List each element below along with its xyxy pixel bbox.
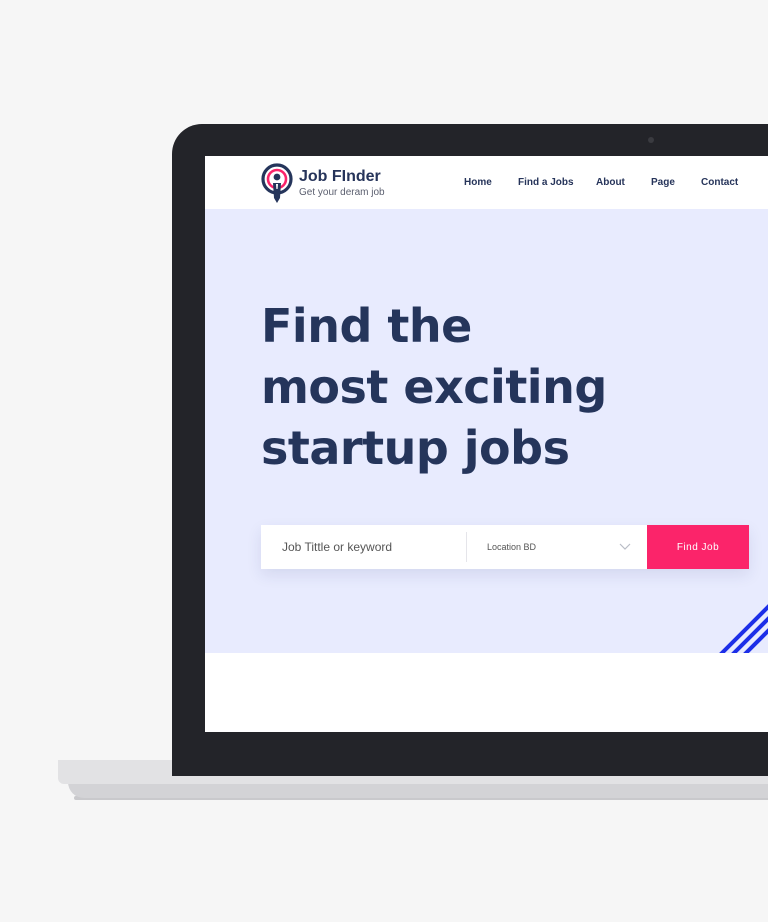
nav-item-contact[interactable]: Contact <box>701 177 738 188</box>
hero-title-line: startup jobs <box>261 421 570 475</box>
location-selected-value: Location BD <box>487 542 537 552</box>
hero-title-line: most exciting <box>261 360 607 414</box>
nav-item-about[interactable]: About <box>596 177 625 188</box>
mockup-stage: Job FInder Get your deram job Home Find … <box>0 0 768 922</box>
hero-section: Find the most exciting startup jobs Loca… <box>205 209 768 653</box>
hero-title-line: Find the <box>261 299 472 353</box>
diagonal-stripes-icon <box>719 604 768 653</box>
find-job-button[interactable]: Find Job <box>647 525 749 569</box>
site-header: Job FInder Get your deram job Home Find … <box>205 156 768 209</box>
keyword-input[interactable] <box>261 525 466 569</box>
laptop-base-lower <box>68 782 768 798</box>
camera-icon <box>648 137 654 143</box>
chevron-down-icon <box>619 543 631 550</box>
main-nav: Home Find a Jobs About Page Contact <box>205 177 768 191</box>
nav-item-page[interactable]: Page <box>651 177 675 188</box>
hero-title: Find the most exciting startup jobs <box>261 296 607 479</box>
nav-item-home[interactable]: Home <box>464 177 492 188</box>
job-search-form: Location BD Find Job <box>261 525 749 569</box>
location-select[interactable]: Location BD <box>467 525 647 569</box>
laptop-screen: Job FInder Get your deram job Home Find … <box>205 156 768 732</box>
nav-item-find-jobs[interactable]: Find a Jobs <box>518 177 574 188</box>
